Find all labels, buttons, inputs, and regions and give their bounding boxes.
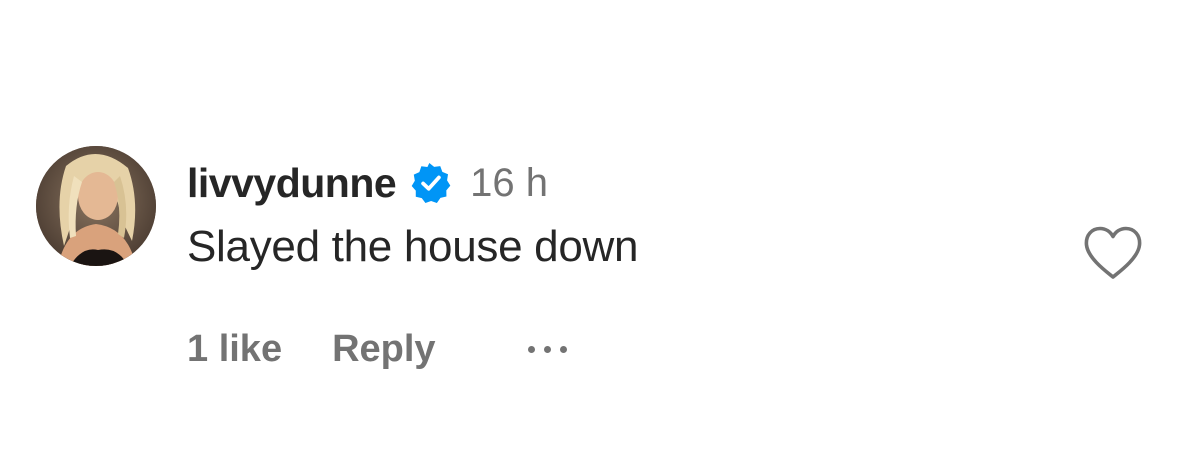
more-options-ellipsis-icon[interactable]: [527, 334, 567, 364]
comment-body: Slayed the house down: [187, 222, 639, 271]
comment-actions: 1 like Reply: [187, 324, 567, 374]
comment-item: livvydunne 16 h Slayed the house down 1 …: [0, 0, 1200, 461]
heart-outline-icon[interactable]: [1082, 224, 1144, 282]
dot: [543, 345, 551, 353]
avatar[interactable]: [36, 146, 156, 266]
likes-count-link[interactable]: 1 like: [187, 328, 282, 371]
comment-timestamp: 16 h: [470, 160, 549, 205]
verified-badge-icon: [410, 162, 452, 204]
username-link[interactable]: livvydunne: [187, 160, 397, 207]
reply-button[interactable]: Reply: [332, 328, 435, 371]
comment-header: livvydunne 16 h: [187, 158, 548, 208]
dot: [527, 345, 535, 353]
dot: [559, 345, 567, 353]
avatar-image: [36, 146, 156, 266]
